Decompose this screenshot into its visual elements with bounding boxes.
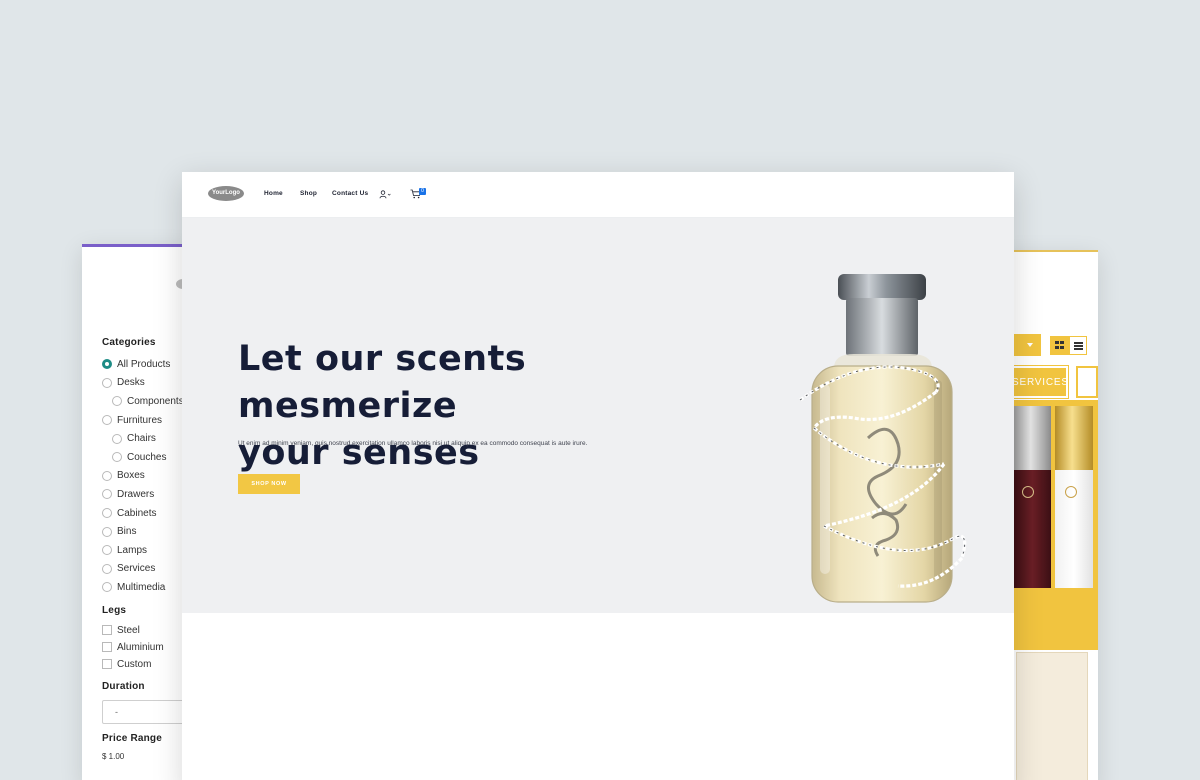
categories-list: All Products Desks Components Furnitures Cha…: [102, 355, 192, 597]
legs-checkbox[interactable]: [102, 659, 112, 670]
category-radio[interactable]: [102, 470, 112, 481]
legs-heading: Legs: [102, 604, 127, 616]
category-option[interactable]: All Products: [102, 355, 192, 374]
category-option[interactable]: Cabinets: [102, 504, 192, 523]
legs-option[interactable]: Aluminium: [102, 639, 192, 656]
shop-now-button[interactable]: SHOP NOW: [238, 474, 300, 494]
legs-checkbox[interactable]: [102, 642, 112, 653]
hero-description: Ut enim ad minim veniam, quis nostrud ex…: [238, 440, 588, 447]
legs-label: Steel: [117, 624, 140, 636]
navbar: YourLogo Home Shop Contact Us 0: [182, 172, 1014, 218]
category-label: Desks: [117, 377, 145, 389]
category-radio[interactable]: [112, 396, 122, 407]
category-option[interactable]: Components: [102, 392, 192, 411]
category-option[interactable]: Drawers: [102, 485, 192, 504]
legs-list: Steel Aluminium Custom: [102, 622, 192, 673]
category-option[interactable]: Furnitures: [102, 411, 192, 430]
category-option[interactable]: Multimedia: [102, 578, 192, 597]
product-banner-image: [1000, 400, 1098, 650]
category-label: Services: [117, 563, 156, 575]
category-radio[interactable]: [102, 563, 112, 574]
legs-checkbox[interactable]: [102, 625, 112, 636]
site-logo[interactable]: YourLogo: [208, 186, 244, 201]
hero-title-line-1: Let our scents mesmerize: [238, 339, 527, 426]
hero-title: Let our scents mesmerize your senses: [238, 336, 738, 477]
category-radio[interactable]: [102, 582, 112, 593]
category-label: Couches: [127, 451, 167, 463]
category-radio[interactable]: [112, 452, 122, 463]
homepage-window: YourLogo Home Shop Contact Us 0 Let our …: [182, 172, 1014, 780]
category-label: Bins: [117, 526, 137, 538]
perfume-bottle-rouge: [1014, 406, 1051, 588]
cart-count-badge: 0: [419, 188, 426, 195]
category-option[interactable]: Lamps: [102, 541, 192, 560]
category-option[interactable]: Couches: [102, 448, 192, 467]
duration-input[interactable]: -: [102, 699, 192, 724]
shop-products-page: SERVICES: [1000, 250, 1098, 780]
legs-option[interactable]: Custom: [102, 656, 192, 673]
category-label: Chairs: [127, 433, 156, 445]
hero-section: Let our scents mesmerize your senses Ut …: [182, 218, 1014, 613]
category-radio[interactable]: [102, 377, 112, 388]
grid-view-icon[interactable]: [1050, 336, 1069, 355]
category-label: Lamps: [117, 544, 148, 556]
category-radio[interactable]: [102, 526, 112, 537]
category-label: Multimedia: [117, 581, 166, 593]
category-radio[interactable]: [112, 433, 122, 444]
legs-label: Aluminium: [117, 641, 164, 653]
category-radio[interactable]: [102, 415, 112, 426]
next-category-button[interactable]: [1076, 366, 1098, 398]
shop-filters-page: Categories All Products Desks Components Fu…: [82, 244, 192, 780]
chevron-down-icon: [1027, 343, 1033, 347]
category-label: Drawers: [117, 488, 155, 500]
category-radio[interactable]: [102, 508, 112, 519]
price-range-heading: Price Range: [102, 732, 163, 744]
category-label: Components: [127, 395, 184, 407]
nav-shop[interactable]: Shop: [300, 190, 317, 197]
product-card-image[interactable]: [1016, 652, 1088, 780]
duration-heading: Duration: [102, 680, 145, 692]
category-option[interactable]: Desks: [102, 374, 192, 393]
filters-panel: Categories All Products Desks Components Fu…: [102, 337, 192, 761]
category-radio[interactable]: [102, 545, 112, 556]
legs-option[interactable]: Steel: [102, 622, 192, 639]
nav-home[interactable]: Home: [264, 190, 283, 197]
category-option[interactable]: Boxes: [102, 467, 192, 486]
category-label: Cabinets: [117, 507, 157, 519]
perfume-bottle-image: [799, 274, 967, 603]
list-view-icon[interactable]: [1069, 336, 1087, 355]
category-option[interactable]: Chairs: [102, 429, 192, 448]
category-option[interactable]: Bins: [102, 522, 192, 541]
user-icon[interactable]: [379, 190, 391, 199]
nav-contact-us[interactable]: Contact Us: [332, 190, 368, 197]
perfume-bottle-blanc: [1055, 406, 1093, 588]
legs-label: Custom: [117, 658, 152, 670]
price-range-value: $ 1.00: [102, 751, 125, 761]
category-label: All Products: [117, 358, 171, 370]
category-option[interactable]: Services: [102, 560, 192, 579]
hero-title-line-2: your senses: [238, 433, 480, 473]
category-radio[interactable]: [102, 489, 112, 500]
categories-heading: Categories: [102, 337, 156, 348]
category-radio[interactable]: [102, 359, 112, 370]
category-label: Boxes: [117, 470, 145, 482]
category-label: Furnitures: [117, 414, 163, 426]
